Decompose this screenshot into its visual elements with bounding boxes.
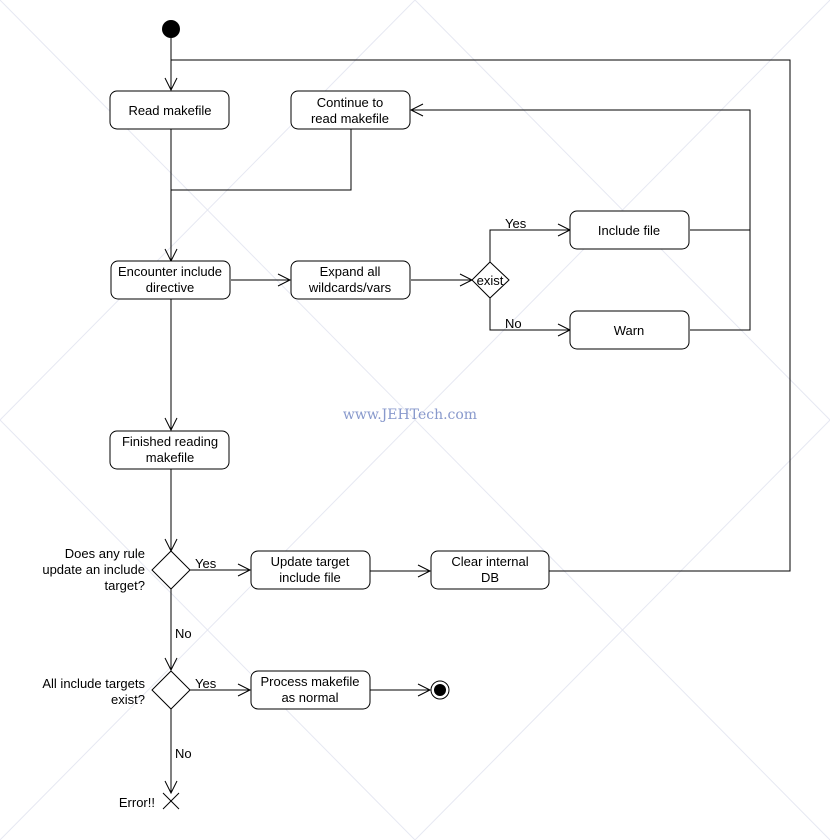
decision-label: update an include xyxy=(42,562,145,577)
decision-label: exist xyxy=(477,273,504,288)
error-label: Error!! xyxy=(119,795,155,810)
edge-continue-to-encounter xyxy=(171,129,352,191)
action-label: Warn xyxy=(614,323,645,338)
action-label: as normal xyxy=(281,690,338,705)
initial-node[interactable] xyxy=(162,20,180,38)
edge-exist-no-to-warn xyxy=(489,298,570,331)
action-label: makefile xyxy=(146,450,194,465)
guard-no: No xyxy=(175,626,192,641)
guard-no: No xyxy=(505,316,522,331)
action-label: read makefile xyxy=(311,111,389,126)
action-continue-read[interactable]: Continue to read makefile xyxy=(290,90,411,130)
guard-yes: Yes xyxy=(195,676,217,691)
action-expand-wildcards[interactable]: Expand all wildcards/vars xyxy=(290,260,411,300)
watermark-text: www.JEHTech.com xyxy=(343,407,477,423)
decision-all-exist[interactable]: All include targets exist? xyxy=(42,670,191,710)
decision-exist[interactable]: exist xyxy=(471,261,510,299)
action-update-target[interactable]: Update target include file xyxy=(250,550,371,590)
flow-final-error[interactable]: Error!! xyxy=(119,792,180,810)
action-include-file[interactable]: Include file xyxy=(569,210,690,250)
action-process-makefile[interactable]: Process makefile as normal xyxy=(250,670,371,710)
guard-yes: Yes xyxy=(505,216,527,231)
action-label: Continue to xyxy=(317,95,384,110)
action-label: Include file xyxy=(598,223,660,238)
action-label: wildcards/vars xyxy=(308,280,392,295)
action-encounter-include[interactable]: Encounter include directive xyxy=(110,260,231,300)
decision-label: Does any rule xyxy=(65,546,145,561)
edge-exist-yes-to-include xyxy=(489,229,570,262)
action-clear-db[interactable]: Clear internal DB xyxy=(430,550,550,590)
guard-yes: Yes xyxy=(195,556,217,571)
action-label: include file xyxy=(279,570,340,585)
decision-label: All include targets xyxy=(42,676,145,691)
action-label: Clear internal xyxy=(451,554,528,569)
action-label: Expand all xyxy=(320,264,381,279)
edge-clear-db-to-read xyxy=(171,59,791,572)
decision-rule-update[interactable]: Does any rule update an include target? xyxy=(42,546,191,593)
decision-label: exist? xyxy=(111,692,145,707)
guard-no: No xyxy=(175,746,192,761)
final-node[interactable] xyxy=(430,680,450,700)
action-label: Finished reading xyxy=(122,434,218,449)
action-read-makefile[interactable]: Read makefile xyxy=(109,90,230,130)
action-label: directive xyxy=(146,280,194,295)
action-label: DB xyxy=(481,570,499,585)
action-label: Read makefile xyxy=(128,103,211,118)
action-finished-reading[interactable]: Finished reading makefile xyxy=(109,430,230,470)
decision-label: target? xyxy=(105,578,145,593)
action-warn[interactable]: Warn xyxy=(569,310,690,350)
activity-diagram: www.JEHTech.com Yes No Yes No Yes No Rea… xyxy=(0,0,830,840)
action-label: Process makefile xyxy=(261,674,360,689)
action-label: Encounter include xyxy=(118,264,222,279)
action-label: Update target xyxy=(271,554,350,569)
